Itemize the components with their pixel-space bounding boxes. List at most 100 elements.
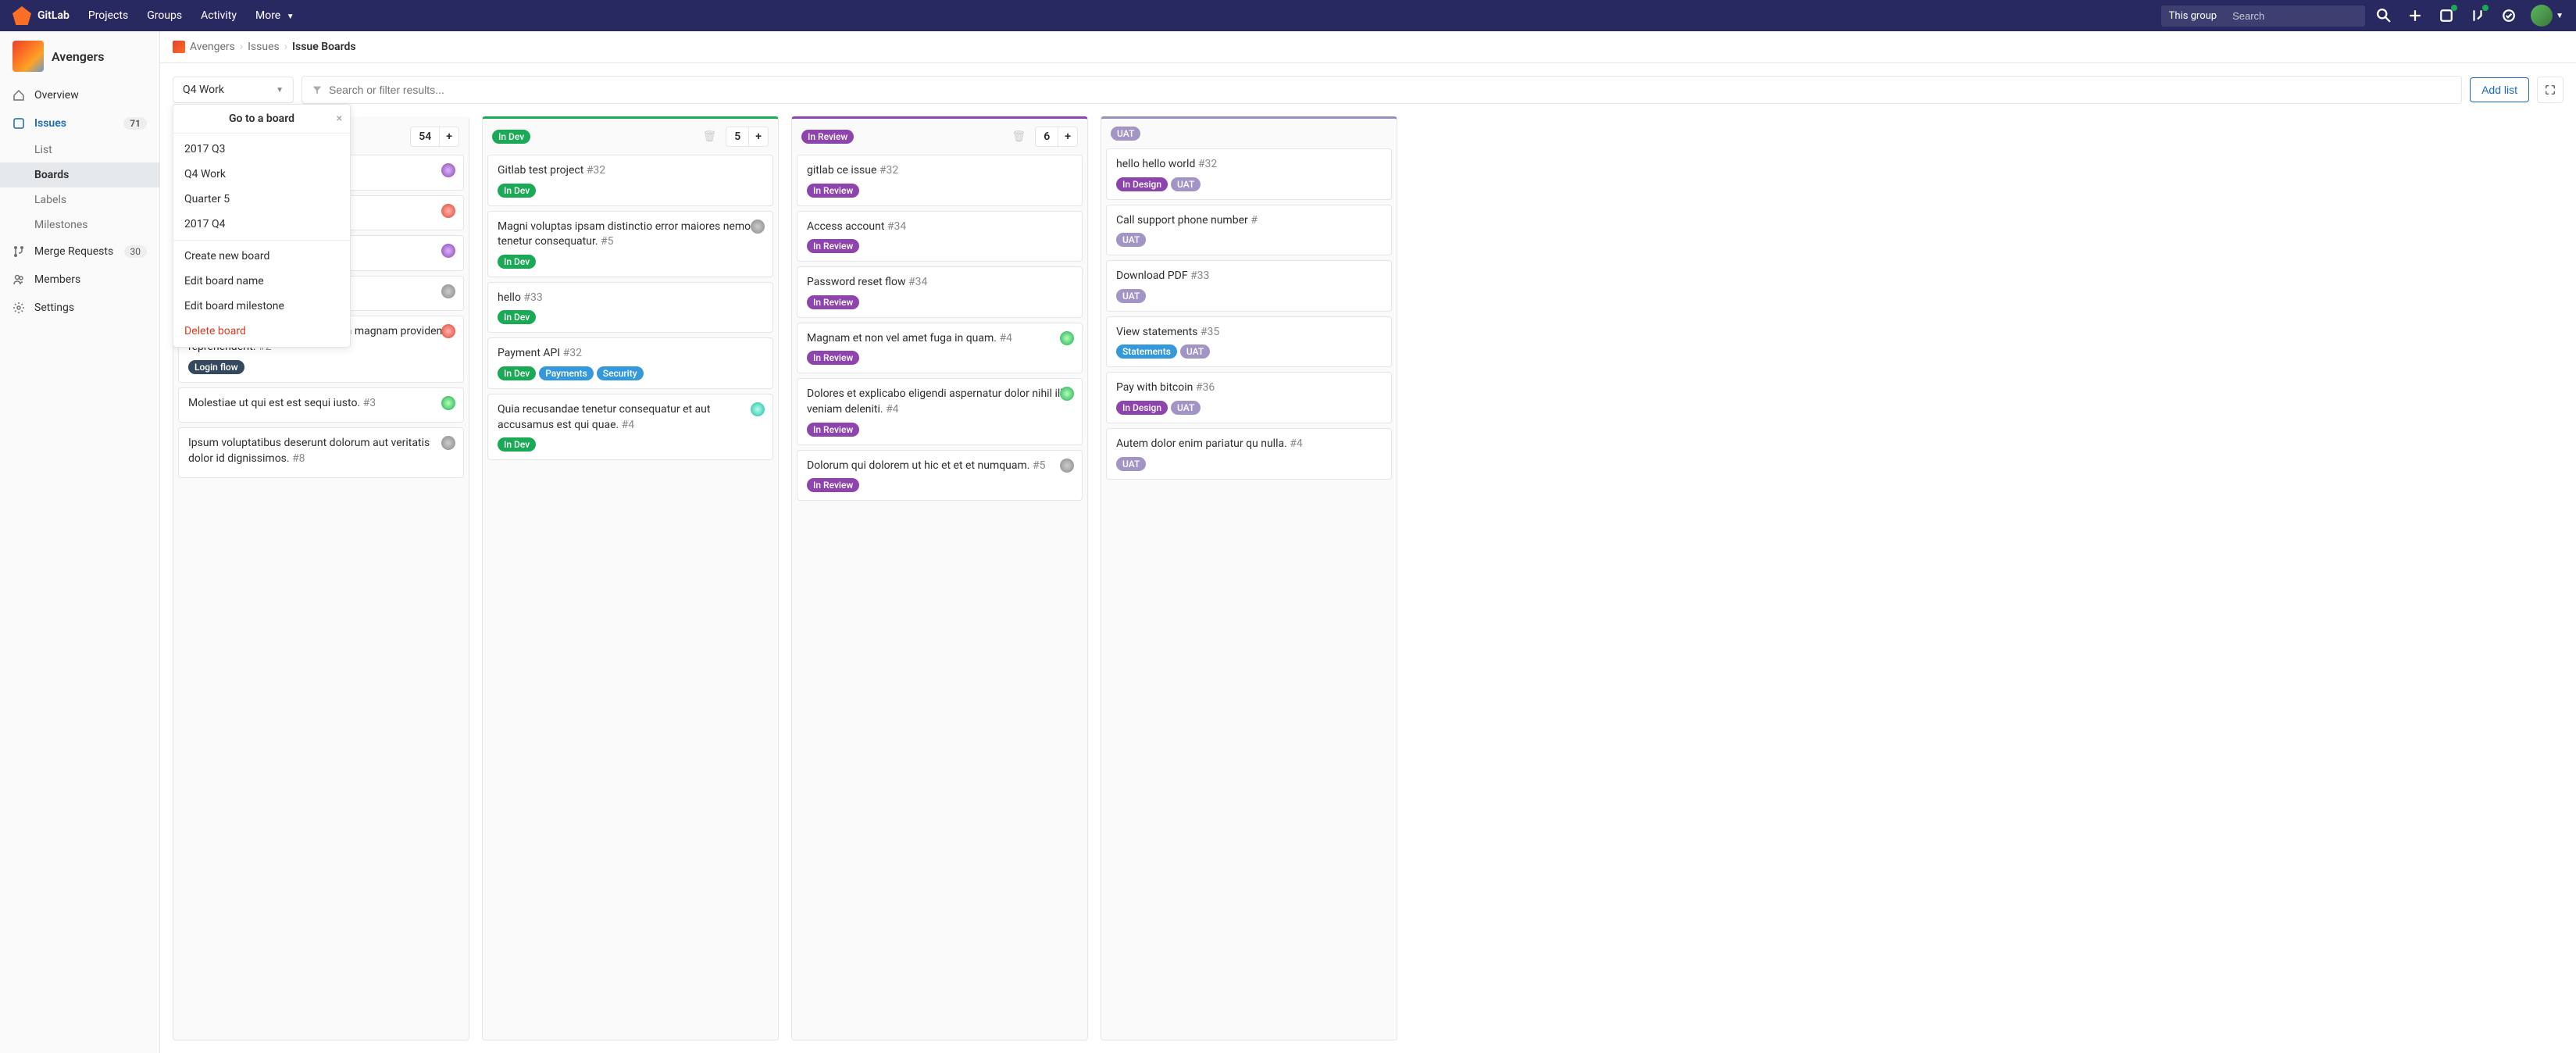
issue-card[interactable]: Autem dolor enim pariatur qu nulla. #4UA… <box>1106 428 1392 480</box>
filter-input[interactable] <box>329 84 2452 96</box>
card-id: #32 <box>587 164 605 177</box>
board-selector[interactable]: Q4 Work ▼ <box>173 77 294 103</box>
list-cards[interactable]: Gitlab test project #32In DevMagni volup… <box>483 155 778 1040</box>
sidebar-item-merge-requests[interactable]: Merge Requests 30 <box>0 237 159 266</box>
card-title: Autem dolor enim pariatur qu nulla. #4 <box>1116 437 1382 452</box>
assignee-avatar[interactable] <box>441 396 455 410</box>
close-icon[interactable]: × <box>337 112 342 125</box>
issue-card[interactable]: hello #33In Dev <box>487 282 773 334</box>
card-labels: In DesignUAT <box>1116 401 1382 415</box>
card-title: Download PDF #33 <box>1116 269 1382 284</box>
filter-wrap[interactable] <box>301 76 2462 104</box>
dropdown-board-item[interactable]: 2017 Q4 <box>173 212 350 237</box>
edit-board-milestone-action[interactable]: Edit board milestone <box>173 294 350 319</box>
sidebar-subitem-boards[interactable]: Boards <box>0 162 159 187</box>
card-id: #35 <box>1201 326 1219 338</box>
card-id: #33 <box>523 291 542 304</box>
sidebar-subitem-milestones[interactable]: Milestones <box>0 212 159 237</box>
issues-icon <box>12 117 25 130</box>
assignee-avatar[interactable] <box>441 204 455 218</box>
issue-card[interactable]: Dolorum qui dolorem ut hic et et et numq… <box>797 450 1083 502</box>
main-content: Avengers › Issues › Issue Boards Q4 Work… <box>160 31 2576 1053</box>
add-list-button[interactable]: Add list <box>2470 77 2529 102</box>
dropdown-board-item[interactable]: 2017 Q3 <box>173 137 350 162</box>
issue-card[interactable]: Password reset flow #34In Review <box>797 266 1083 318</box>
issue-card[interactable]: Pay with bitcoin #36 In DesignUAT <box>1106 372 1392 423</box>
issue-card[interactable]: Quia recusandae tenetur consequatur et a… <box>487 394 773 460</box>
merge-requests-icon[interactable] <box>2465 3 2490 28</box>
dropdown-board-item[interactable]: Quarter 5 <box>173 187 350 212</box>
card-labels: In Dev <box>498 255 763 269</box>
issue-card[interactable]: Molestiae ut qui est est sequi iusto. #3 <box>178 387 464 423</box>
issue-card[interactable]: gitlab ce issue #32In Review <box>797 155 1083 206</box>
issues-icon[interactable] <box>2434 3 2459 28</box>
user-avatar[interactable] <box>2531 5 2553 27</box>
add-card-button[interactable]: + <box>1058 127 1077 146</box>
issue-card[interactable]: Gitlab test project #32In Dev <box>487 155 773 206</box>
list-count: 5 <box>726 127 748 146</box>
sidebar-item-members[interactable]: Members <box>0 266 159 294</box>
assignee-avatar[interactable] <box>441 163 455 177</box>
card-label: In Design <box>1116 177 1168 191</box>
sidebar-group-header[interactable]: Avengers <box>0 31 159 81</box>
delete-board-action[interactable]: Delete board <box>173 319 350 344</box>
dropdown-board-item[interactable]: Q4 Work <box>173 162 350 187</box>
assignee-avatar[interactable] <box>1060 331 1074 345</box>
add-card-button[interactable]: + <box>439 127 458 146</box>
card-title: Payment API #32 <box>498 346 763 362</box>
list-label: In Dev <box>492 130 530 144</box>
issue-card[interactable]: Magni voluptas ipsam distinctio error ma… <box>487 211 773 277</box>
issue-card[interactable]: View statements #35StatementsUAT <box>1106 316 1392 368</box>
board-lists-container[interactable]: 54+natus dolorem. #1voluptas lit sit aut… <box>160 116 2576 1053</box>
search-icon[interactable] <box>2371 3 2396 28</box>
issue-card[interactable]: Magnam et non vel amet fuga in quam. #4I… <box>797 323 1083 374</box>
sidebar-item-overview[interactable]: Overview <box>0 81 159 109</box>
issue-card[interactable]: Ipsum voluptatibus deserunt dolorum aut … <box>178 427 464 478</box>
mr-count: 30 <box>124 245 148 258</box>
nav-projects[interactable]: Projects <box>88 9 128 22</box>
gitlab-logo-icon[interactable] <box>12 6 31 25</box>
card-title: View statements #35 <box>1116 325 1382 341</box>
assignee-avatar[interactable] <box>751 402 765 416</box>
list-cards[interactable]: gitlab ce issue #32In ReviewAccess accou… <box>792 155 1087 1040</box>
search-scope[interactable]: This group <box>2161 5 2225 27</box>
chevron-down-icon[interactable]: ▼ <box>2556 12 2564 20</box>
assignee-avatar[interactable] <box>751 220 765 234</box>
list-header: In Review🗑6+ <box>792 119 1087 155</box>
sidebar-item-settings[interactable]: Settings <box>0 294 159 322</box>
card-labels: In Dev <box>498 437 763 452</box>
edit-board-name-action[interactable]: Edit board name <box>173 269 350 294</box>
card-title: Pay with bitcoin #36 <box>1116 380 1382 396</box>
issue-card[interactable]: Download PDF #33UAT <box>1106 260 1392 312</box>
issue-card[interactable]: Access account #34In Review <box>797 211 1083 262</box>
nav-more[interactable]: More ▼ <box>255 9 294 22</box>
create-board-action[interactable]: Create new board <box>173 244 350 269</box>
expand-button[interactable] <box>2537 77 2564 103</box>
board-dropdown: Go to a board × 2017 Q3 Q4 Work Quarter … <box>173 104 351 348</box>
assignee-avatar[interactable] <box>441 284 455 298</box>
sidebar-item-issues[interactable]: Issues 71 <box>0 109 159 137</box>
breadcrumb-part[interactable]: Issues <box>248 41 280 53</box>
issue-card[interactable]: Call support phone number #UAT <box>1106 205 1392 256</box>
sidebar-subitem-list[interactable]: List <box>0 137 159 162</box>
trash-icon[interactable]: 🗑 <box>703 130 717 143</box>
nav-groups[interactable]: Groups <box>147 9 182 22</box>
list-cards[interactable]: hello hello world #32In DesignUATCall su… <box>1101 148 1397 1040</box>
list-label: UAT <box>1111 127 1140 141</box>
breadcrumb: Avengers › Issues › Issue Boards <box>160 31 2576 63</box>
brand-name[interactable]: GitLab <box>37 9 70 22</box>
search-input[interactable] <box>2225 5 2365 27</box>
nav-activity[interactable]: Activity <box>201 9 237 22</box>
sidebar-subitem-labels[interactable]: Labels <box>0 187 159 212</box>
assignee-avatar[interactable] <box>1060 459 1074 473</box>
add-card-button[interactable]: + <box>748 127 768 146</box>
card-labels: In Dev <box>498 184 763 198</box>
card-labels: In DevPaymentsSecurity <box>498 366 763 380</box>
issue-card[interactable]: hello hello world #32In DesignUAT <box>1106 148 1392 200</box>
trash-icon[interactable]: 🗑 <box>1012 130 1026 143</box>
breadcrumb-part[interactable]: Avengers <box>190 41 235 53</box>
issue-card[interactable]: Payment API #32 In DevPaymentsSecurity <box>487 337 773 389</box>
plus-icon[interactable] <box>2403 3 2428 28</box>
issue-card[interactable]: Dolores et explicabo eligendi aspernatur… <box>797 378 1083 444</box>
todos-icon[interactable] <box>2496 3 2521 28</box>
